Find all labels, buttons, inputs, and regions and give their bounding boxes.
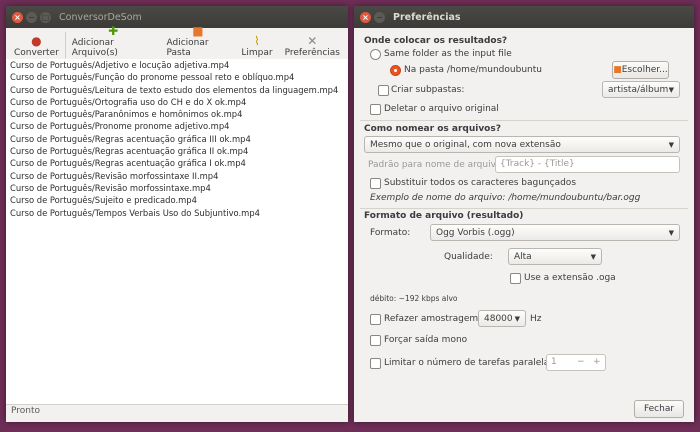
subfolder-value: artista/álbum <box>608 85 669 95</box>
replace-messy-checkbox[interactable] <box>370 178 381 189</box>
tasks-decrement-button[interactable]: − <box>577 355 585 370</box>
status-bar: Pronto <box>11 406 41 416</box>
clear-button[interactable]: ⌇ Limpar <box>235 34 278 60</box>
hz-label: Hz <box>530 314 542 324</box>
delete-original-checkbox[interactable] <box>370 104 381 115</box>
list-item[interactable]: Curso de Português/Função do pronome pes… <box>6 71 348 83</box>
main-window: × − □ ConversorDeSom ● Converter ✚ Adici… <box>6 6 348 422</box>
main-toolbar: ● Converter ✚ Adicionar Arquivo(s) ■ Adi… <box>6 24 348 61</box>
preferences-button[interactable]: ✕ Preferências <box>279 34 346 60</box>
delete-original-label: Deletar o arquivo original <box>384 104 499 114</box>
same-folder-label: Same folder as the input file <box>384 49 512 59</box>
same-folder-radio[interactable] <box>370 49 381 60</box>
oga-extension-label: Use a extensão .oga <box>524 273 616 283</box>
replace-messy-label: Substituir todos os caracteres bagunçado… <box>384 178 577 188</box>
tools-icon: ✕ <box>307 34 318 48</box>
prefs-titlebar: × − Preferências <box>354 6 694 28</box>
tasks-increment-button[interactable]: + <box>593 355 601 370</box>
naming-select[interactable]: Mesmo que o original, com nova extensão … <box>364 136 680 153</box>
chevron-down-icon: ▼ <box>590 253 596 261</box>
list-item[interactable]: Curso de Português/Ortografia uso do CH … <box>6 96 348 108</box>
format-value: Ogg Vorbis (.ogg) <box>436 228 515 238</box>
list-item[interactable]: Curso de Português/Regras acentuação grá… <box>6 157 348 169</box>
prefs-window-title: Preferências <box>393 11 461 23</box>
add-folder-label: Adicionar Pasta <box>166 38 209 58</box>
format-label: Formato: <box>370 228 411 238</box>
folder-icon: ■ <box>192 24 204 38</box>
list-item[interactable]: Curso de Português/Leitura de texto estu… <box>6 84 348 96</box>
close-window-icon[interactable]: × <box>360 11 371 23</box>
list-item[interactable]: Curso de Português/Adjetivo e locução ad… <box>6 59 348 71</box>
create-subfolders-label: Criar subpastas: <box>391 85 465 95</box>
divider <box>360 120 688 121</box>
list-item[interactable]: Curso de Português/Sujeito e predicado.m… <box>6 194 348 206</box>
chevron-down-icon: ▼ <box>668 141 674 149</box>
list-item[interactable]: Curso de Português/Revisão morfossintaxe… <box>6 182 348 194</box>
chevron-down-icon: ▼ <box>668 86 674 94</box>
bitrate-info: débito: ~192 kbps alvo <box>370 294 458 303</box>
in-folder-radio[interactable] <box>390 65 401 76</box>
folder-icon: ■ <box>613 65 622 75</box>
divider <box>360 208 688 209</box>
add-files-button[interactable]: ✚ Adicionar Arquivo(s) <box>66 24 161 60</box>
choose-folder-button[interactable]: ■Escolher... <box>612 61 669 79</box>
force-mono-checkbox[interactable] <box>370 335 381 346</box>
broom-icon: ⌇ <box>254 34 260 48</box>
close-window-icon[interactable]: × <box>12 11 23 23</box>
preferences-window: × − Preferências Onde colocar os resulta… <box>354 6 694 422</box>
convert-button[interactable]: ● Converter <box>8 34 65 60</box>
minimize-window-icon[interactable]: − <box>374 11 385 23</box>
example-filename: Exemplo de nome do arquivo: /home/mundou… <box>370 193 641 203</box>
limit-tasks-label: Limitar o número de tarefas paralelas <box>384 358 554 368</box>
plus-icon: ✚ <box>108 24 119 38</box>
pattern-label: Padrão para nome de arquivo: <box>368 160 505 170</box>
format-section-title: Formato de arquivo (resultado) <box>364 211 524 221</box>
list-item[interactable]: Curso de Português/Tempos Verbais Uso do… <box>6 207 348 219</box>
minimize-window-icon[interactable]: − <box>26 11 37 23</box>
add-folder-button[interactable]: ■ Adicionar Pasta <box>160 24 235 60</box>
list-item[interactable]: Curso de Português/Pronome pronome adjet… <box>6 120 348 132</box>
convert-icon: ● <box>31 34 42 48</box>
limit-tasks-checkbox[interactable] <box>370 358 381 369</box>
resample-label: Refazer amostragem <box>384 314 479 324</box>
prefs-window-controls: × − <box>360 11 385 23</box>
subfolder-select[interactable]: artista/álbum ▼ <box>602 81 680 98</box>
choose-label: Escolher... <box>621 65 668 75</box>
in-folder-label: Na pasta /home/mundoubuntu <box>404 65 542 75</box>
close-button[interactable]: Fechar <box>634 400 684 418</box>
clear-label: Limpar <box>241 48 273 58</box>
quality-value: Alta <box>514 252 532 262</box>
naming-value: Mesmo que o original, com nova extensão <box>370 140 561 150</box>
sample-rate-select[interactable]: 48000 ▼ <box>478 310 526 327</box>
maximize-window-icon[interactable]: □ <box>40 11 51 23</box>
tasks-spinner[interactable]: 1 − + <box>546 354 606 371</box>
preferences-label: Preferências <box>284 48 340 58</box>
add-files-label: Adicionar Arquivo(s) <box>71 38 118 58</box>
window-controls: × − □ <box>12 11 51 23</box>
quality-select[interactable]: Alta ▼ <box>508 248 602 265</box>
quality-label: Qualidade: <box>444 252 493 262</box>
force-mono-label: Forçar saída mono <box>384 335 468 345</box>
list-item[interactable]: Curso de Português/Regras acentuação grá… <box>6 145 348 157</box>
tasks-value: 1 <box>551 357 557 367</box>
main-window-title: ConversorDeSom <box>59 11 142 23</box>
file-list[interactable]: Curso de Português/Adjetivo e locução ad… <box>6 59 348 405</box>
resample-checkbox[interactable] <box>370 314 381 325</box>
sample-rate-value: 48000 <box>484 314 513 324</box>
list-item[interactable]: Curso de Português/Paranônimos e homônim… <box>6 108 348 120</box>
convert-label: Converter <box>14 48 59 58</box>
format-select[interactable]: Ogg Vorbis (.ogg) ▼ <box>430 224 680 241</box>
naming-section-title: Como nomear os arquivos? <box>364 124 501 134</box>
chevron-down-icon: ▼ <box>514 315 520 323</box>
oga-extension-checkbox[interactable] <box>510 273 521 284</box>
list-item[interactable]: Curso de Português/Revisão morfossintaxe… <box>6 170 348 182</box>
pattern-input[interactable]: {Track} - {Title} <box>495 156 680 173</box>
create-subfolders-checkbox[interactable] <box>378 85 389 96</box>
list-item[interactable]: Curso de Português/Regras acentuação grá… <box>6 133 348 145</box>
where-section-title: Onde colocar os resultados? <box>364 36 508 46</box>
chevron-down-icon: ▼ <box>668 229 674 237</box>
